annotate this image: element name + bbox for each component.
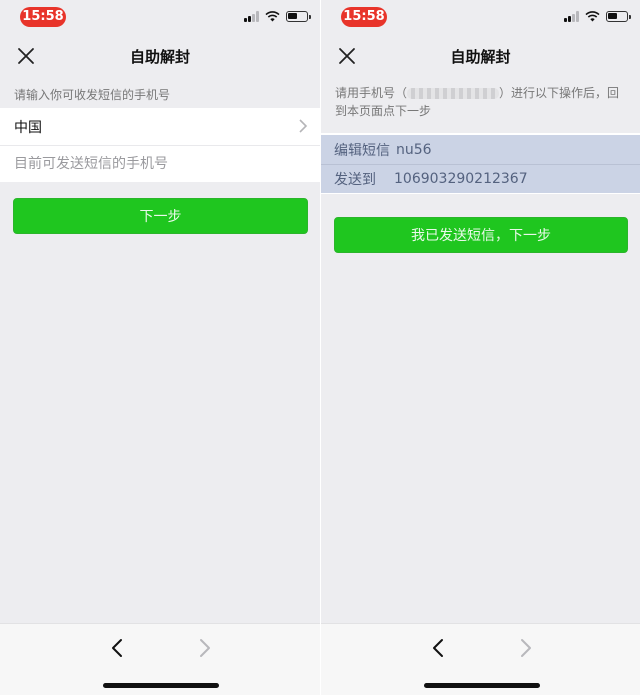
sms-highlight: 编辑短信 nu56 发送到 106903290212367 [321, 135, 640, 193]
status-time: 15:58 [341, 7, 387, 27]
sms-sent-next-button[interactable]: 我已发送短信，下一步 [334, 217, 628, 253]
nav-bar: 自助解封 [0, 34, 320, 78]
page-title: 自助解封 [450, 48, 511, 66]
status-icons [244, 11, 311, 22]
sms-content-row: 编辑短信 nu56 [321, 135, 640, 164]
phone-row [0, 145, 320, 182]
battery-icon [606, 11, 631, 22]
phone-input[interactable] [14, 156, 306, 172]
battery-icon [286, 11, 311, 22]
country-selector[interactable]: 中国 [0, 108, 320, 145]
edit-sms-label: 编辑短信 [334, 142, 390, 159]
status-bar: 15:58 [0, 0, 320, 34]
back-arrow-icon[interactable] [106, 636, 130, 660]
wifi-icon [265, 11, 280, 22]
page-title: 自助解封 [129, 48, 190, 66]
signal-icon [564, 11, 579, 22]
home-indicator [424, 683, 540, 688]
sms-card: 编辑短信 nu56 发送到 106903290212367 [321, 133, 640, 194]
masked-phone-number [407, 88, 500, 99]
country-label: 中国 [14, 119, 42, 136]
phone-form: 中国 [0, 108, 320, 182]
left-screen: 15:58 自助解封 请输入你可收发短信的手机号 中国 目前可发送短信的手机号 … [0, 0, 320, 695]
status-time: 15:58 [20, 7, 66, 27]
sms-instructions: 请用手机号（ ）进行以下操作后，回到本页面点下一步 [335, 84, 626, 120]
signal-icon [244, 11, 259, 22]
chevron-right-icon [299, 119, 308, 133]
nav-bar: 自助解封 [321, 34, 640, 78]
next-button[interactable]: 下一步 [13, 198, 308, 234]
bottom-toolbar [0, 623, 320, 695]
sms-code: nu56 [396, 141, 432, 158]
sms-recipient-number: 106903290212367 [394, 171, 528, 187]
wifi-icon [585, 11, 600, 22]
forward-arrow-icon[interactable] [192, 636, 216, 660]
forward-arrow-icon[interactable] [513, 636, 537, 660]
bottom-toolbar [321, 623, 640, 695]
phone-hint: 请输入你可收发短信的手机号 [14, 88, 171, 102]
status-bar: 15:58 [321, 0, 640, 34]
right-screen: 15:58 自助解封 请用手机号（ ）进行以下操作后，回到本页面点下一步 编辑短信… [320, 0, 640, 695]
home-indicator [103, 683, 219, 688]
instructions-prefix: 请用手机号（ [335, 86, 408, 100]
send-to-label: 发送到 [334, 172, 376, 188]
status-icons [564, 11, 631, 22]
sms-recipient-row: 发送到 106903290212367 [321, 164, 640, 193]
back-arrow-icon[interactable] [427, 636, 451, 660]
